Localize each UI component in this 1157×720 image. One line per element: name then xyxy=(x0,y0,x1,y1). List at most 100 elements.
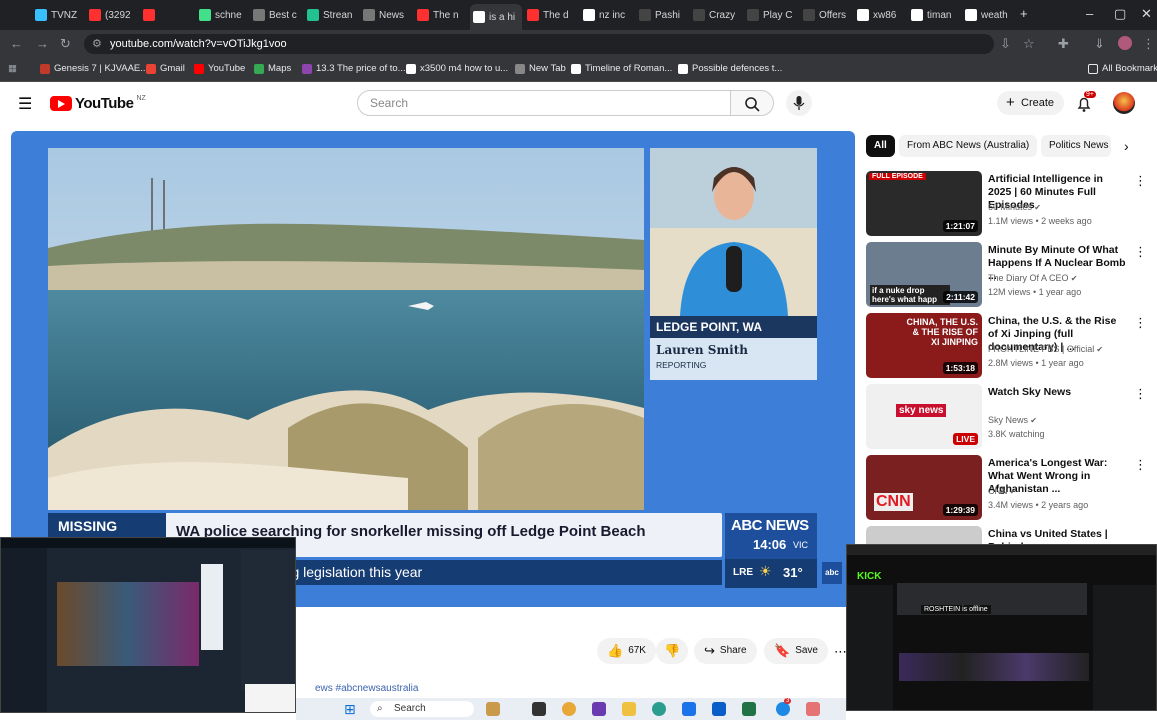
recommendation-item[interactable]: China vs United States | Behind xyxy=(866,526,1156,544)
recommendation-item[interactable]: if a nuke drop here's what happ 2:11:42 Mi… xyxy=(866,242,1156,308)
chevron-right-icon[interactable]: › xyxy=(1124,138,1129,154)
hamburger-menu-icon[interactable]: ☰ xyxy=(18,94,32,114)
file-explorer-icon[interactable] xyxy=(622,702,636,716)
filter-chip[interactable]: From ABC News (Australia) xyxy=(899,135,1038,157)
browser-tab[interactable]: weath xyxy=(962,5,1014,25)
video-title[interactable]: China vs United States | Behind xyxy=(988,528,1128,544)
voice-search-button[interactable] xyxy=(786,90,812,116)
all-bookmarks-button[interactable]: All Bookmarks xyxy=(1088,63,1157,74)
youtube-logo[interactable]: YouTube NZ xyxy=(50,95,146,112)
browser-tab[interactable]: (3292 xyxy=(86,5,138,25)
install-app-icon[interactable]: ⇩ xyxy=(1000,36,1011,52)
share-button[interactable]: ↪ Share xyxy=(694,638,757,664)
save-button[interactable]: 🔖 Save xyxy=(764,638,828,664)
browser-tab[interactable]: Strean xyxy=(304,5,356,25)
recommendation-item[interactable]: sky news LIVE Watch Sky News Sky News ✔ 3.8K… xyxy=(866,384,1156,450)
maximize-icon[interactable]: ▢ xyxy=(1114,6,1126,22)
site-info-icon[interactable]: ⚙ xyxy=(92,34,102,54)
video-thumbnail[interactable]: sky news LIVE xyxy=(866,384,982,449)
downloads-icon[interactable]: ⇓ xyxy=(1094,36,1105,52)
task-view-icon[interactable] xyxy=(532,702,546,716)
recommendation-item[interactable]: CNN 1:29:39 America's Longest War: What We… xyxy=(866,455,1156,521)
browser-tab[interactable]: TVNZ xyxy=(32,5,84,25)
video-thumbnail[interactable]: FULL EPISODE 1:21:07 xyxy=(866,171,982,236)
bookmark-item[interactable]: Genesis 7 | KJVAAE... xyxy=(40,63,148,74)
bookmark-item[interactable]: YouTube xyxy=(194,63,245,74)
video-title[interactable]: Watch Sky News xyxy=(988,386,1128,399)
overlay-window-right[interactable]: KICK ROSHTEIN is offline xyxy=(846,544,1157,711)
bookmark-item[interactable]: New Tab xyxy=(515,63,566,74)
channel-name[interactable]: CNN ✔ xyxy=(988,486,1016,496)
video-thumbnail[interactable]: CHINA, THE U.S. & THE RISE OF XI JINPING… xyxy=(866,313,982,378)
channel-name[interactable]: FRONTLINE PBS | Official ✔ xyxy=(988,344,1103,354)
video-thumbnail[interactable] xyxy=(866,526,982,544)
browser-tab[interactable]: Best c xyxy=(250,5,302,25)
browser-tab[interactable] xyxy=(140,5,192,25)
taskbar-search[interactable]: ⌕ Search xyxy=(370,701,474,717)
back-icon[interactable]: ← xyxy=(10,36,23,51)
profile-avatar[interactable] xyxy=(1118,36,1132,50)
browser-tab[interactable]: xw86 xyxy=(854,5,906,25)
extensions-icon[interactable]: ✚ xyxy=(1058,36,1069,52)
channel-name[interactable]: The Diary Of A CEO ✔ xyxy=(988,273,1077,283)
word-icon[interactable] xyxy=(712,702,726,716)
browser-tab[interactable]: Play C xyxy=(744,5,796,25)
dislike-button[interactable]: 👎 xyxy=(656,638,689,664)
mail-icon[interactable] xyxy=(682,702,696,716)
forward-icon[interactable]: → xyxy=(36,36,49,51)
browser-tab[interactable]: Crazy xyxy=(690,5,742,25)
more-options-icon[interactable]: ⋮ xyxy=(1134,173,1147,189)
browser-tab[interactable]: nz inc xyxy=(580,5,632,25)
video-thumbnail[interactable]: if a nuke drop here's what happ 2:11:42 xyxy=(866,242,982,307)
reload-icon[interactable]: ↻ xyxy=(60,36,71,52)
search-button[interactable] xyxy=(730,90,774,116)
filter-chip[interactable]: All xyxy=(866,135,895,157)
bookmark-item[interactable]: Timeline of Roman... xyxy=(571,63,672,74)
app-icon-2[interactable] xyxy=(806,702,820,716)
new-tab-button[interactable]: + xyxy=(1020,6,1028,21)
notifications-button[interactable]: 9+ xyxy=(1076,91,1096,116)
more-options-icon[interactable]: ⋮ xyxy=(1134,315,1147,331)
video-player[interactable]: LEDGE POINT, WA Lauren Smith REPORTING M… xyxy=(11,131,855,607)
browser-tab[interactable]: timan xyxy=(908,5,960,25)
browser-tab[interactable]: Pashi xyxy=(636,5,688,25)
browser-tab[interactable]: News xyxy=(360,5,412,25)
app-icon[interactable] xyxy=(592,702,606,716)
channel-name[interactable]: Sky News ✔ xyxy=(988,415,1037,425)
browser-tab[interactable]: The d xyxy=(524,5,576,25)
widgets-icon[interactable] xyxy=(486,702,500,716)
bookmark-star-icon[interactable]: ☆ xyxy=(1023,36,1035,52)
minimize-icon[interactable]: – xyxy=(1086,6,1093,21)
like-button[interactable]: 👍 67K xyxy=(597,638,656,664)
browser-menu-icon[interactable]: ⋮ xyxy=(1142,36,1155,52)
search-input[interactable]: Search xyxy=(357,90,731,116)
bookmark-item[interactable]: Maps xyxy=(254,63,291,74)
channel-name[interactable]: 60 Minutes ✔ xyxy=(988,202,1041,212)
recommendation-item[interactable]: FULL EPISODE 1:21:07 Artificial Intelligen… xyxy=(866,171,1156,237)
browser-tab[interactable]: is a hi xyxy=(470,4,522,30)
user-avatar[interactable] xyxy=(1113,92,1135,114)
filter-chip[interactable]: Politics News xyxy=(1041,135,1111,157)
bookmark-item[interactable]: 13.3 The price of to... xyxy=(302,63,406,74)
excel-icon[interactable] xyxy=(742,702,756,716)
browser-tab[interactable]: Offers xyxy=(800,5,852,25)
video-thumbnail[interactable]: CNN 1:29:39 xyxy=(866,455,982,520)
telegram-icon[interactable] xyxy=(776,702,790,716)
windows-start-icon[interactable]: ⊞ xyxy=(344,701,360,717)
recommendation-item[interactable]: CHINA, THE U.S. & THE RISE OF XI JINPING… xyxy=(866,313,1156,379)
more-options-icon[interactable]: ⋮ xyxy=(1134,386,1147,402)
create-button[interactable]: + Create xyxy=(997,91,1064,115)
more-options-icon[interactable]: ⋮ xyxy=(1134,457,1147,473)
chrome-icon[interactable] xyxy=(562,702,576,716)
browser-tab[interactable]: schne xyxy=(196,5,248,25)
url-field[interactable]: ⚙ youtube.com/watch?v=vOTiJkg1voo xyxy=(84,34,994,54)
browser-tab[interactable]: The n xyxy=(414,5,466,25)
bookmark-item[interactable]: Possible defences t... xyxy=(678,63,782,74)
edge-icon[interactable] xyxy=(652,702,666,716)
apps-grid-icon[interactable]: ▦ xyxy=(8,63,17,74)
video-hashtags[interactable]: ews #abcnewsaustralia xyxy=(315,683,418,694)
bookmark-item[interactable]: x3500 m4 how to u... xyxy=(406,63,508,74)
close-icon[interactable]: ✕ xyxy=(1141,6,1152,22)
more-options-icon[interactable]: ⋮ xyxy=(1134,244,1147,260)
overlay-window-left[interactable] xyxy=(0,537,296,713)
